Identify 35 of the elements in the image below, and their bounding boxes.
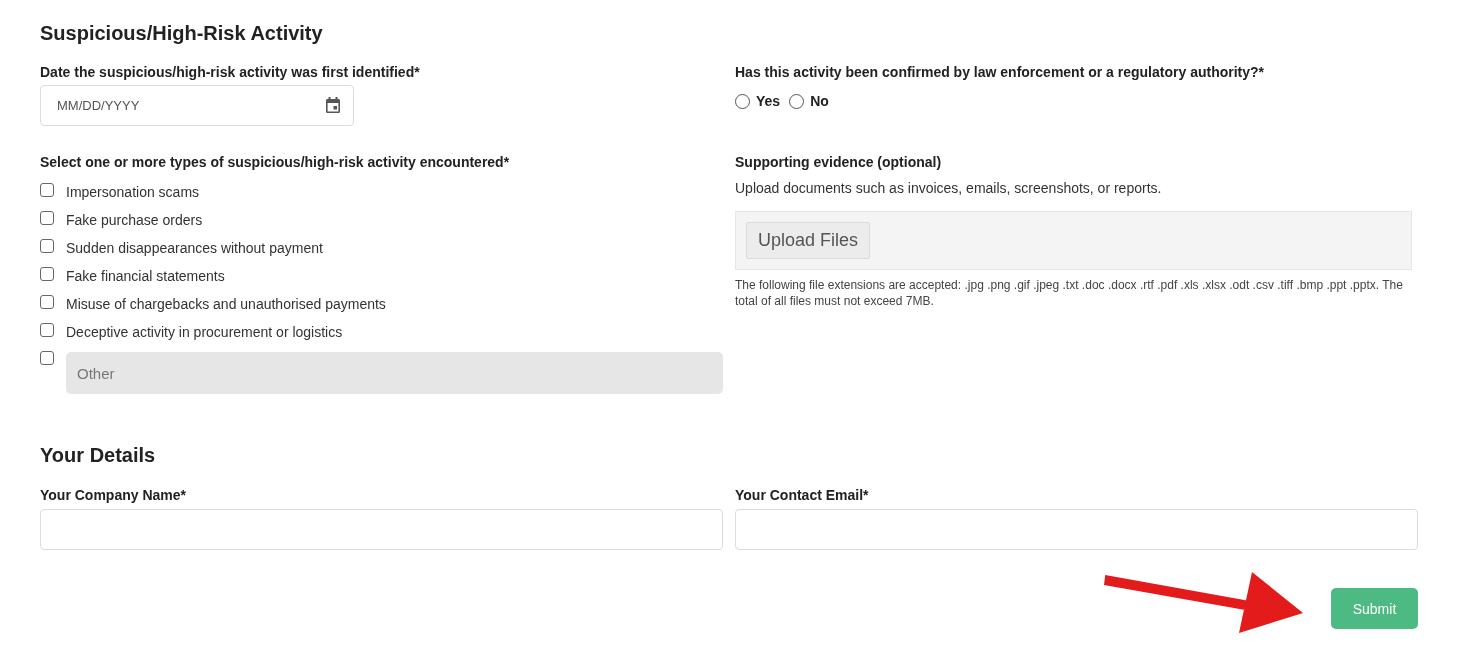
- field-label: Date the suspicious/high-risk activity was first identified*: [40, 63, 420, 81]
- section-title: Suspicious/High-Risk Activity: [40, 21, 323, 45]
- checkbox-label: Deceptive activity in procurement or logistics: [66, 323, 343, 341]
- checkbox[interactable]: [40, 183, 54, 197]
- checkbox-label: Fake purchase orders: [66, 211, 203, 229]
- date-field[interactable]: MM/DD/YYYY: [40, 85, 354, 126]
- checkbox[interactable]: [40, 351, 54, 365]
- radio-button[interactable]: [735, 93, 750, 109]
- radio-label: No: [810, 93, 829, 109]
- checkbox-label: Sudden disappearances without payment: [66, 239, 323, 257]
- section-title: Your Details: [40, 443, 156, 467]
- field-label: Select one or more types of suspicious/high-risk activity encountered*: [40, 153, 510, 171]
- field-label: Your Contact Email*: [735, 486, 869, 504]
- checkbox[interactable]: [40, 295, 54, 309]
- field-label: Supporting evidence (optional): [735, 153, 942, 171]
- upload-button[interactable]: Upload Files: [746, 222, 871, 259]
- calendar-icon[interactable]: [326, 97, 340, 113]
- text-field[interactable]: [40, 509, 723, 550]
- field-label: Your Company Name*: [40, 486, 186, 504]
- description-text: Upload documents such as invoices, emails, screenshots, or reports.: [735, 179, 1162, 197]
- radio-button[interactable]: [789, 93, 805, 109]
- checkbox-label: Fake financial statements: [66, 267, 225, 285]
- checkbox[interactable]: [40, 323, 54, 337]
- file-note: The following file extensions are accepted: .jpg .png .gif .jpeg .txt .doc .docx .rtf .pdf .xls .xlsx .odt .csv .tiff .bmp .ppt .pptx. The total of all files must not exceed 7MB.: [735, 277, 1404, 309]
- question-label: Has this activity been confirmed by law enforcement or a regulatory authority?*: [735, 63, 1265, 81]
- arrow-icon: [1104, 572, 1303, 633]
- checkbox[interactable]: [40, 239, 54, 253]
- other-field[interactable]: Other: [66, 352, 723, 394]
- checkbox-label: Impersonation scams: [66, 183, 200, 201]
- text-field[interactable]: [735, 509, 1418, 550]
- upload-area[interactable]: Upload Files: [735, 211, 1412, 270]
- radio-label: Yes: [756, 93, 781, 109]
- checkbox-label: Misuse of chargebacks and unauthorised payments: [66, 295, 386, 313]
- checkbox[interactable]: [40, 211, 54, 225]
- checkbox[interactable]: [40, 267, 54, 281]
